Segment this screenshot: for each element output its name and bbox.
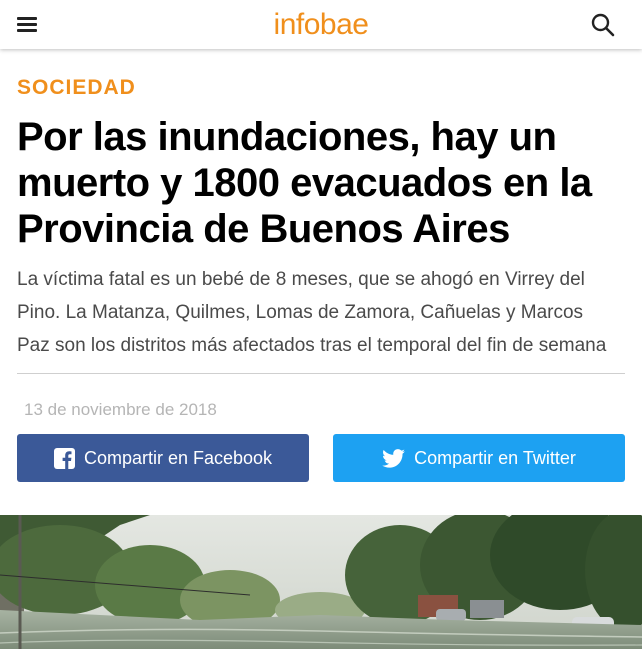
- infobae-logo[interactable]: infobae: [0, 8, 642, 42]
- divider: [17, 373, 625, 374]
- article-lead: La víctima fatal es un bebé de 8 meses, …: [17, 263, 629, 362]
- lead-line: La víctima fatal es un bebé de 8 meses, …: [17, 269, 585, 290]
- lead-line: Pino. La Matanza, Quilmes, Lomas de Zamo…: [17, 302, 584, 323]
- headline-line: muerto y 1800 evacuados en la: [17, 161, 592, 205]
- headline-line: Por las inundaciones, hay un: [17, 115, 557, 159]
- share-facebook-button[interactable]: Compartir en Facebook: [17, 434, 309, 482]
- share-twitter-button[interactable]: Compartir en Twitter: [333, 434, 625, 482]
- search-icon[interactable]: [590, 12, 616, 38]
- article-headline: Por las inundaciones, hay un muerto y 18…: [17, 114, 637, 252]
- share-facebook-label: Compartir en Facebook: [83, 447, 273, 468]
- twitter-bird-icon: [382, 448, 406, 468]
- facebook-icon: [53, 447, 75, 469]
- section-label[interactable]: SOCIEDAD: [17, 76, 136, 100]
- top-header: infobae: [0, 0, 642, 49]
- headline-line: Provincia de Buenos Aires: [17, 207, 510, 251]
- publish-date: 13 de noviembre de 2018: [24, 400, 217, 419]
- lead-line: Paz son los distritos más afectados tras…: [17, 335, 607, 356]
- share-twitter-label: Compartir en Twitter: [414, 447, 576, 468]
- article-photo: [0, 515, 642, 649]
